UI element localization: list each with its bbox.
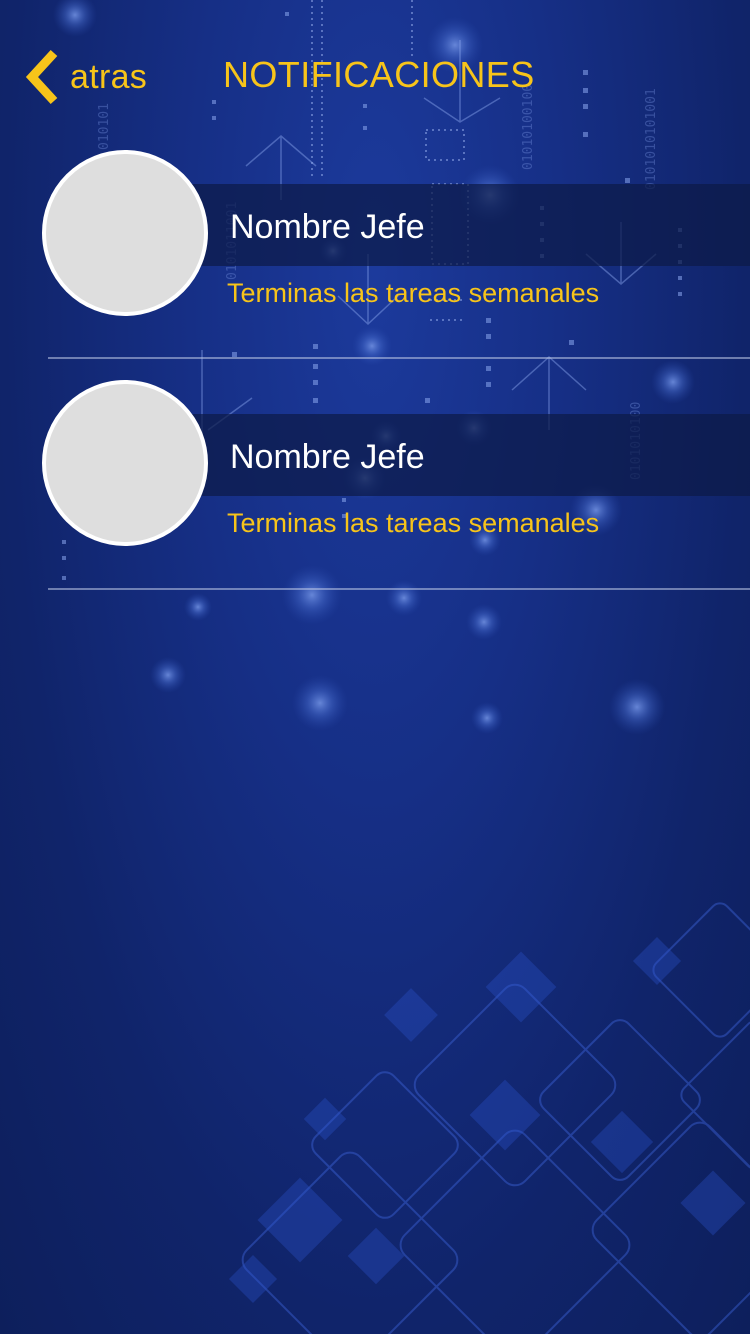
back-label: atras bbox=[70, 57, 148, 96]
chevron-left-icon bbox=[22, 47, 62, 107]
notification-item[interactable]: Nombre Jefe Terminas las tareas semanale… bbox=[0, 150, 750, 350]
notification-sender-name: Nombre Jefe bbox=[230, 208, 425, 246]
avatar bbox=[42, 380, 208, 546]
list-divider bbox=[48, 357, 750, 359]
page-title: NOTIFICACIONES bbox=[223, 54, 535, 95]
notification-sender-name: Nombre Jefe bbox=[230, 438, 425, 476]
back-button[interactable]: atras bbox=[22, 44, 147, 110]
notification-message: Terminas las tareas semanales bbox=[227, 278, 600, 308]
header-bar: atras NOTIFICACIONES bbox=[0, 0, 750, 150]
list-divider bbox=[48, 588, 750, 590]
notification-item[interactable]: Nombre Jefe Terminas las tareas semanale… bbox=[0, 380, 750, 580]
notification-message: Terminas las tareas semanales bbox=[227, 508, 600, 538]
avatar bbox=[42, 150, 208, 316]
